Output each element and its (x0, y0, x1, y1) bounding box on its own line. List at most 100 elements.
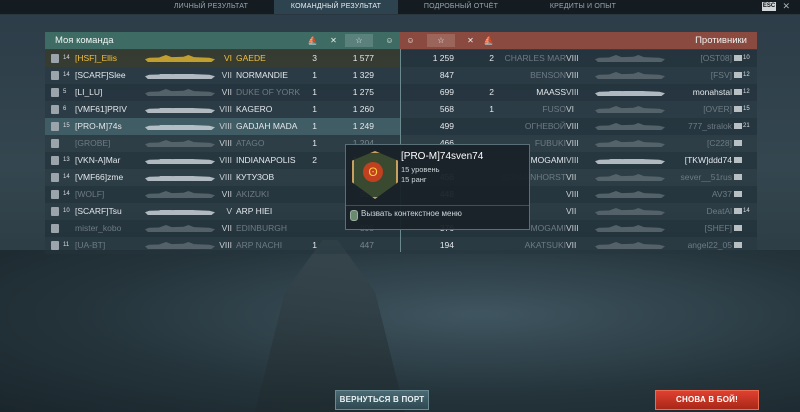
tooltip-player-name: [PRO-M]74sven74 (401, 151, 484, 162)
player-tooltip: ʘ [PRO-M]74sven74 15 уровень 15 ранг Выз… (345, 144, 530, 230)
player-row[interactable]: 11 [UA-BT] VIII ARP NACHI 1 447 (45, 237, 400, 254)
player-level (743, 152, 755, 169)
ship-tier: VII (221, 87, 232, 97)
kills-icon: ✕ (467, 36, 474, 45)
player-row[interactable]: 5 [LI_LU] VII DUKE OF YORK 1 1 275 (45, 84, 400, 101)
rank-badge-icon (734, 242, 742, 248)
player-row[interactable]: 847 BENSON VIII [FSV] 12 (400, 67, 757, 84)
rank-icon (51, 71, 59, 80)
mouse-icon (350, 210, 358, 221)
player-row[interactable]: 1 259 2 CHARLES MAR VIII [OST08] 10 (400, 50, 757, 67)
rank-badge-icon (734, 191, 742, 197)
kills-count: 1 (312, 87, 317, 97)
rank-badge-icon (734, 225, 742, 231)
player-level: 5 (63, 89, 67, 95)
rank-badge-icon (734, 140, 742, 146)
ship-name: FUSO (542, 104, 566, 114)
social-icon: ☺ (385, 36, 394, 45)
ship-silhouette-icon (145, 208, 215, 215)
player-level: 14 (63, 174, 70, 180)
enemy-team-title: Противники (695, 35, 747, 46)
battle-again-button[interactable]: СНОВА В БОЙ! (655, 390, 759, 410)
enemy-team-header: ☺ ☆ ✕ ⛵ Противники (400, 32, 757, 49)
ship-tier: VII (566, 240, 577, 250)
ship-silhouette-icon (145, 157, 215, 164)
player-level: 11 (63, 242, 70, 248)
ship-silhouette-icon (145, 106, 215, 113)
close-icon[interactable]: ✕ (782, 1, 790, 12)
ship-tier: VIII (566, 53, 579, 63)
player-row[interactable]: 14 [SCARF]Slee VII NORMANDIE 1 1 329 (45, 67, 400, 84)
ship-silhouette-icon (595, 174, 665, 181)
player-row[interactable]: 499 ОГНЕВОЙ VIII 777_stralok 21 (400, 118, 757, 135)
rank-badge-icon (734, 208, 742, 214)
kills-icon: ✕ (330, 36, 337, 45)
ship-silhouette-icon (595, 89, 665, 96)
ship-tier: VIII (219, 121, 232, 131)
ship-tier: VIII (566, 138, 579, 148)
rank-badge-icon (734, 89, 742, 95)
kills-count (474, 237, 494, 254)
rank-badge-icon (734, 55, 742, 61)
ship-silhouette-icon (145, 140, 215, 147)
player-level: 14 (63, 55, 70, 61)
rank-icon (51, 173, 59, 182)
kills-count: 1 (312, 104, 317, 114)
rank-icon (51, 88, 59, 97)
player-level (63, 220, 73, 237)
tab-personal-result[interactable]: ЛИЧНЫЙ РЕЗУЛЬТАТ (152, 0, 270, 14)
tooltip-context-menu-hint: Вызвать контекстное меню (361, 209, 462, 218)
rank-icon (51, 54, 59, 63)
player-name: [GROBE] (75, 138, 111, 148)
score-star-icon[interactable]: ☆ (345, 34, 373, 47)
score-star-icon[interactable]: ☆ (427, 34, 455, 47)
player-row[interactable]: 568 1 FUSO VI [OVER] 15 (400, 101, 757, 118)
ship-silhouette-icon (595, 225, 665, 232)
tab-detailed-report[interactable]: ПОДРОБНЫЙ ОТЧЁТ (402, 0, 520, 14)
player-row[interactable]: 6 [VMF61]PRIV VIII KAGERO 1 1 260 (45, 101, 400, 118)
sunk-ship-icon: ⛵ (307, 36, 318, 45)
player-level: 15 (63, 123, 70, 129)
player-name: [VKN-A]Mar (75, 155, 121, 165)
player-level: 14 (743, 208, 750, 214)
ship-tier: VI (566, 104, 575, 114)
player-name: [OVER] (703, 104, 732, 114)
return-to-port-button[interactable]: ВЕРНУТЬСЯ В ПОРТ (335, 390, 429, 410)
tooltip-rank: 15 ранг (401, 175, 427, 184)
player-name: monahstal (692, 87, 732, 97)
base-xp-score: 699 (439, 87, 454, 97)
ship-silhouette-icon (595, 242, 665, 249)
player-name: 777_stralok (688, 121, 732, 131)
rank-icon (51, 156, 59, 165)
rank-icon (51, 139, 59, 148)
player-row[interactable]: 14 [HSF]_Ellis VI GAEDE 3 1 577 (45, 50, 400, 67)
kills-count: 2 (489, 87, 494, 97)
player-level (743, 169, 755, 186)
ship-tier: VII (566, 172, 577, 182)
ship-tier: VIII (566, 121, 579, 131)
kills-count: 2 (489, 53, 494, 63)
player-level: 12 (743, 72, 750, 78)
base-xp-score: 1 249 (352, 121, 374, 131)
kills-count: 1 (312, 121, 317, 131)
base-xp-score: 194 (439, 240, 454, 250)
top-tab-bar: ЛИЧНЫЙ РЕЗУЛЬТАТ КОМАНДНЫЙ РЕЗУЛЬТАТ ПОД… (0, 0, 800, 15)
player-name: [OST08] (700, 53, 732, 63)
player-name: mister_kobo (75, 223, 122, 233)
player-row[interactable]: 699 2 MAASS VIII monahstal 12 (400, 84, 757, 101)
ship-tier: VIII (566, 87, 579, 97)
tab-credits-xp[interactable]: КРЕДИТЫ И ОПЫТ (524, 0, 642, 14)
player-name: [TKW]ddd74 (684, 155, 732, 165)
base-xp-score: 499 (439, 121, 454, 131)
tab-team-result[interactable]: КОМАНДНЫЙ РЕЗУЛЬТАТ (274, 0, 398, 14)
ship-silhouette-icon (595, 72, 665, 79)
player-name: angel22_05 (687, 240, 732, 250)
ship-silhouette-icon (145, 72, 215, 79)
rank-badge-icon (734, 123, 742, 129)
ship-silhouette-icon (595, 191, 665, 198)
player-row[interactable]: 15 [PRO-M]74s VIII GADJAH MADA 1 1 249 (45, 118, 400, 135)
ship-tier: VIII (566, 155, 579, 165)
ship-silhouette-icon (595, 55, 665, 62)
ship-tier: VII (221, 70, 232, 80)
player-row[interactable]: 194 AKATSUKI VII angel22_05 (400, 237, 757, 254)
